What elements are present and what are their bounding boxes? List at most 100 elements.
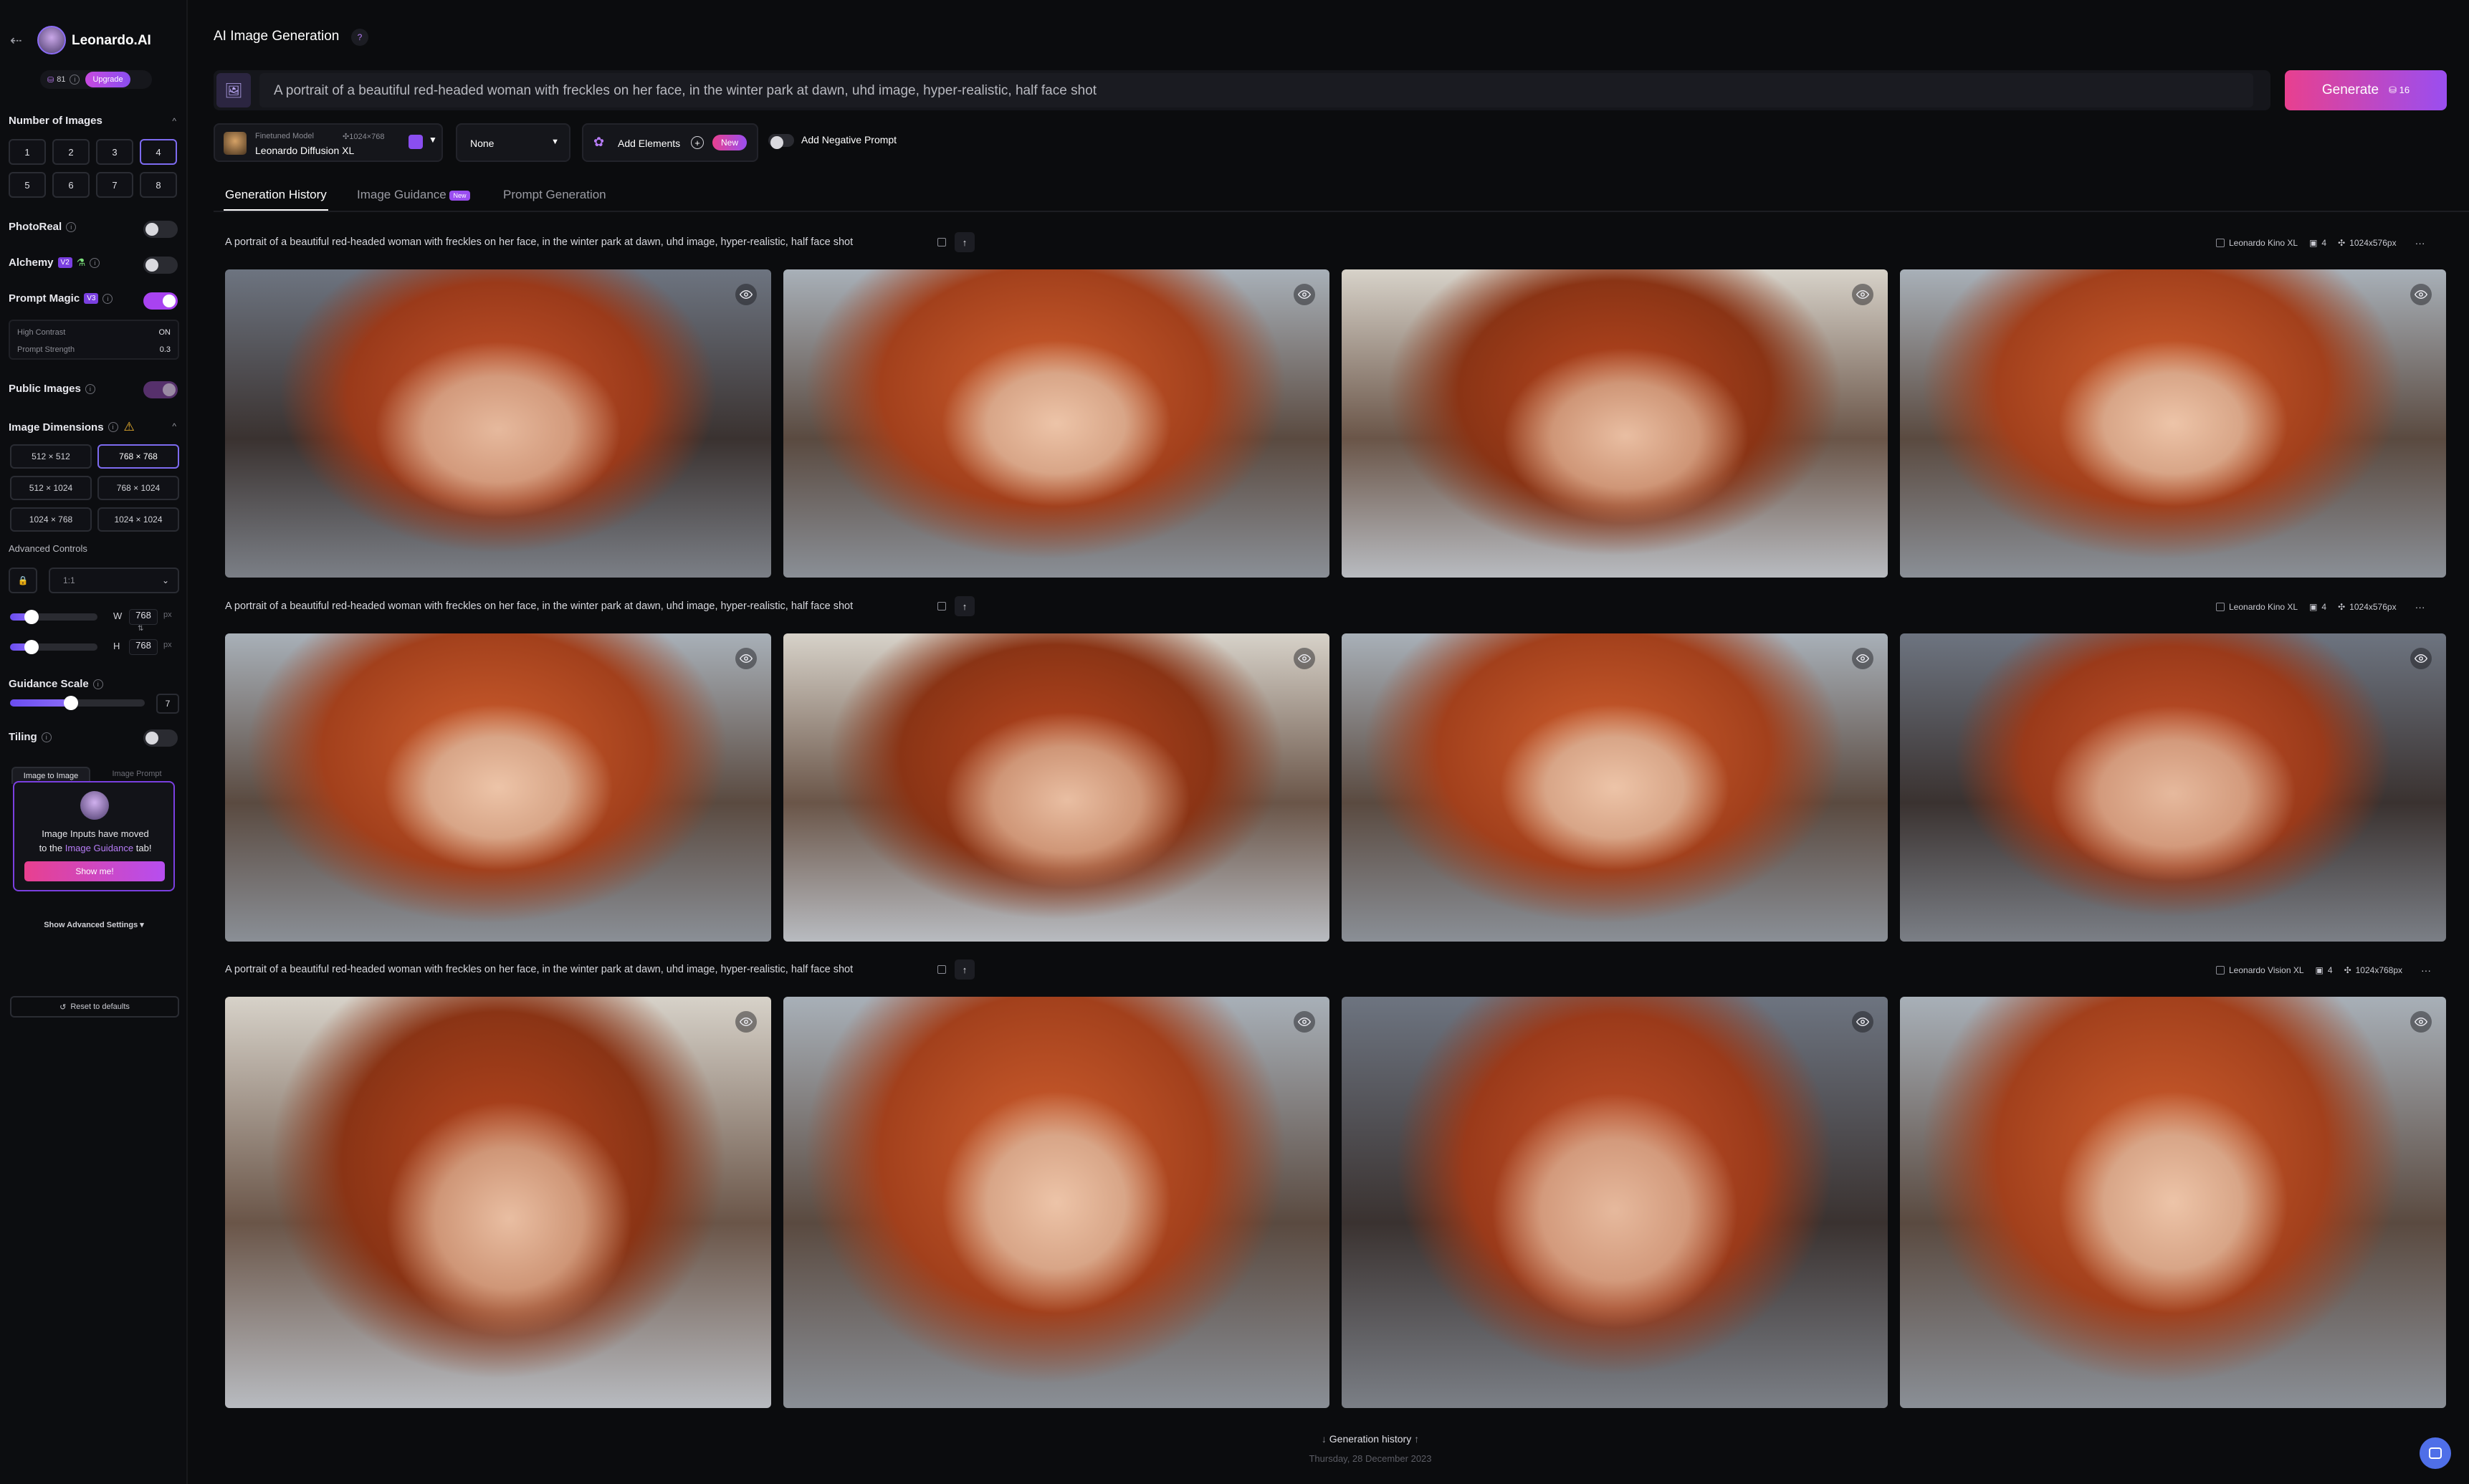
generated-image[interactable] — [1900, 269, 2446, 578]
eye-icon[interactable] — [1852, 1011, 1873, 1033]
slider-knob[interactable] — [24, 610, 39, 624]
num-images-option[interactable]: 3 — [96, 139, 133, 165]
eye-icon[interactable] — [1852, 284, 1873, 305]
generation-prompt: A portrait of a beautiful red-headed wom… — [225, 964, 854, 975]
tiling-toggle[interactable] — [143, 729, 178, 747]
dimension-option[interactable]: 1024 × 1024 — [97, 507, 179, 532]
dimension-option[interactable]: 768 × 1024 — [97, 476, 179, 500]
eye-icon[interactable] — [1294, 648, 1315, 669]
num-images-option[interactable]: 4 — [140, 139, 177, 165]
image-guidance-link[interactable]: Image Guidance — [65, 843, 133, 853]
generated-image[interactable] — [783, 997, 1329, 1408]
eye-icon[interactable] — [735, 284, 757, 305]
style-select[interactable]: None ▼ — [456, 123, 570, 162]
more-options-icon[interactable]: ··· — [2415, 237, 2425, 249]
guidance-scale-label: Guidance Scale — [9, 678, 89, 690]
generated-image[interactable] — [1342, 633, 1888, 942]
tab-prompt-generation[interactable]: Prompt Generation — [503, 188, 606, 202]
image-upload-button[interactable]: 🖼 — [216, 73, 251, 107]
swap-icon[interactable]: ⇅ — [138, 625, 143, 633]
num-images-option[interactable]: 6 — [52, 172, 90, 198]
num-images-option[interactable]: 7 — [96, 172, 133, 198]
prompt-magic-toggle[interactable] — [143, 292, 178, 310]
generated-image[interactable] — [1900, 997, 2446, 1408]
num-images-option[interactable]: 1 — [9, 139, 46, 165]
negative-prompt-label[interactable]: Add Negative Prompt — [801, 134, 897, 145]
model-selector[interactable]: Finetuned Model ✣1024×768 Leonardo Diffu… — [214, 123, 443, 162]
generated-image[interactable] — [1900, 633, 2446, 942]
num-images-option[interactable]: 2 — [52, 139, 90, 165]
eye-icon[interactable] — [735, 1011, 757, 1033]
more-options-icon[interactable]: ··· — [2421, 964, 2431, 976]
reuse-prompt-button[interactable]: ↑ — [955, 232, 975, 252]
height-slider[interactable] — [10, 640, 97, 654]
negative-prompt-toggle[interactable] — [768, 134, 794, 149]
guidance-value[interactable]: 7 — [156, 694, 179, 714]
eye-icon[interactable] — [1294, 284, 1315, 305]
upgrade-button[interactable]: Upgrade — [85, 72, 130, 87]
width-input[interactable]: 768 — [129, 609, 158, 625]
tab-image-guidance[interactable]: Image Guidance New — [357, 188, 470, 202]
more-options-icon[interactable]: ··· — [2415, 601, 2425, 613]
reuse-prompt-button[interactable]: ↑ — [955, 959, 975, 980]
add-elements-button[interactable]: ✿ Add Elements + New — [582, 123, 758, 162]
generated-image[interactable] — [225, 269, 771, 578]
generated-image[interactable] — [1342, 269, 1888, 578]
width-slider[interactable] — [10, 610, 97, 624]
prompt-strength-value[interactable]: 0.3 — [160, 345, 171, 354]
reuse-prompt-button[interactable]: ↑ — [955, 596, 975, 616]
lock-button[interactable]: 🔒 — [9, 568, 37, 593]
tab-generation-history[interactable]: Generation History — [225, 188, 327, 202]
history-label[interactable]: Generation history — [1329, 1433, 1411, 1445]
generated-image[interactable] — [225, 633, 771, 942]
chat-support-button[interactable] — [2420, 1437, 2451, 1469]
sort-icon: ↓ — [1321, 1433, 1327, 1445]
num-images-option[interactable]: 5 — [9, 172, 46, 198]
dims-icon: ✣ — [2338, 602, 2346, 612]
generated-image[interactable] — [1342, 997, 1888, 1408]
eye-icon[interactable] — [1294, 1011, 1315, 1033]
collapse-icon[interactable]: ^ — [172, 421, 176, 431]
num-images-option[interactable]: 8 — [140, 172, 177, 198]
prompt-input[interactable]: A portrait of a beautiful red-headed wom… — [259, 73, 2253, 107]
eye-icon[interactable] — [2410, 648, 2432, 669]
guidance-slider[interactable] — [10, 696, 145, 710]
tab-image-prompt[interactable]: Image Prompt — [97, 770, 176, 778]
alchemy-toggle[interactable] — [143, 257, 178, 274]
eye-icon[interactable] — [2410, 284, 2432, 305]
generated-image[interactable] — [783, 633, 1329, 942]
dimension-option[interactable]: 512 × 1024 — [10, 476, 92, 500]
info-icon: i — [85, 383, 95, 394]
eye-icon[interactable] — [735, 648, 757, 669]
high-contrast-value[interactable]: ON — [159, 328, 171, 337]
moved-line-1: Image Inputs have moved — [42, 828, 149, 839]
info-icon: i — [102, 293, 113, 304]
generation-meta: Leonardo Kino XL ▣ 4 ✣ 1024x576px ··· — [2216, 601, 2425, 613]
copy-prompt-icon[interactable] — [937, 965, 946, 974]
copy-prompt-icon[interactable] — [937, 238, 946, 246]
reset-defaults-button[interactable]: ↺ Reset to defaults — [10, 996, 179, 1018]
height-input[interactable]: 768 — [129, 639, 158, 655]
eye-icon[interactable] — [1852, 648, 1873, 669]
generated-image[interactable] — [783, 269, 1329, 578]
help-icon[interactable]: ? — [351, 29, 368, 46]
slider-knob[interactable] — [24, 640, 39, 654]
generated-image[interactable] — [225, 997, 771, 1408]
show-me-button[interactable]: Show me! — [24, 861, 165, 881]
back-arrow-icon[interactable]: ⇠ — [10, 32, 22, 49]
dimension-option[interactable]: 512 × 512 — [10, 444, 92, 469]
dimension-option[interactable]: 768 × 768 — [97, 444, 179, 469]
eye-icon[interactable] — [2410, 1011, 2432, 1033]
dimension-option[interactable]: 1024 × 768 — [10, 507, 92, 532]
generation-meta: Leonardo Vision XL ▣ 4 ✣ 1024x768px ··· — [2216, 964, 2431, 976]
chevron-down-icon[interactable]: ▼ — [429, 135, 437, 145]
photoreal-toggle[interactable] — [143, 221, 178, 238]
collapse-icon[interactable]: ^ — [172, 116, 176, 126]
copy-prompt-icon[interactable] — [937, 602, 946, 611]
show-advanced-settings-button[interactable]: Show Advanced Settings ▾ — [0, 920, 188, 929]
model-settings-icon[interactable] — [409, 135, 423, 149]
generate-button[interactable]: Generate ⛁ 16 — [2285, 70, 2447, 110]
slider-knob[interactable] — [63, 696, 78, 710]
aspect-ratio-select[interactable]: 1:1 ⌄ — [49, 568, 179, 593]
public-images-toggle[interactable] — [143, 381, 178, 398]
